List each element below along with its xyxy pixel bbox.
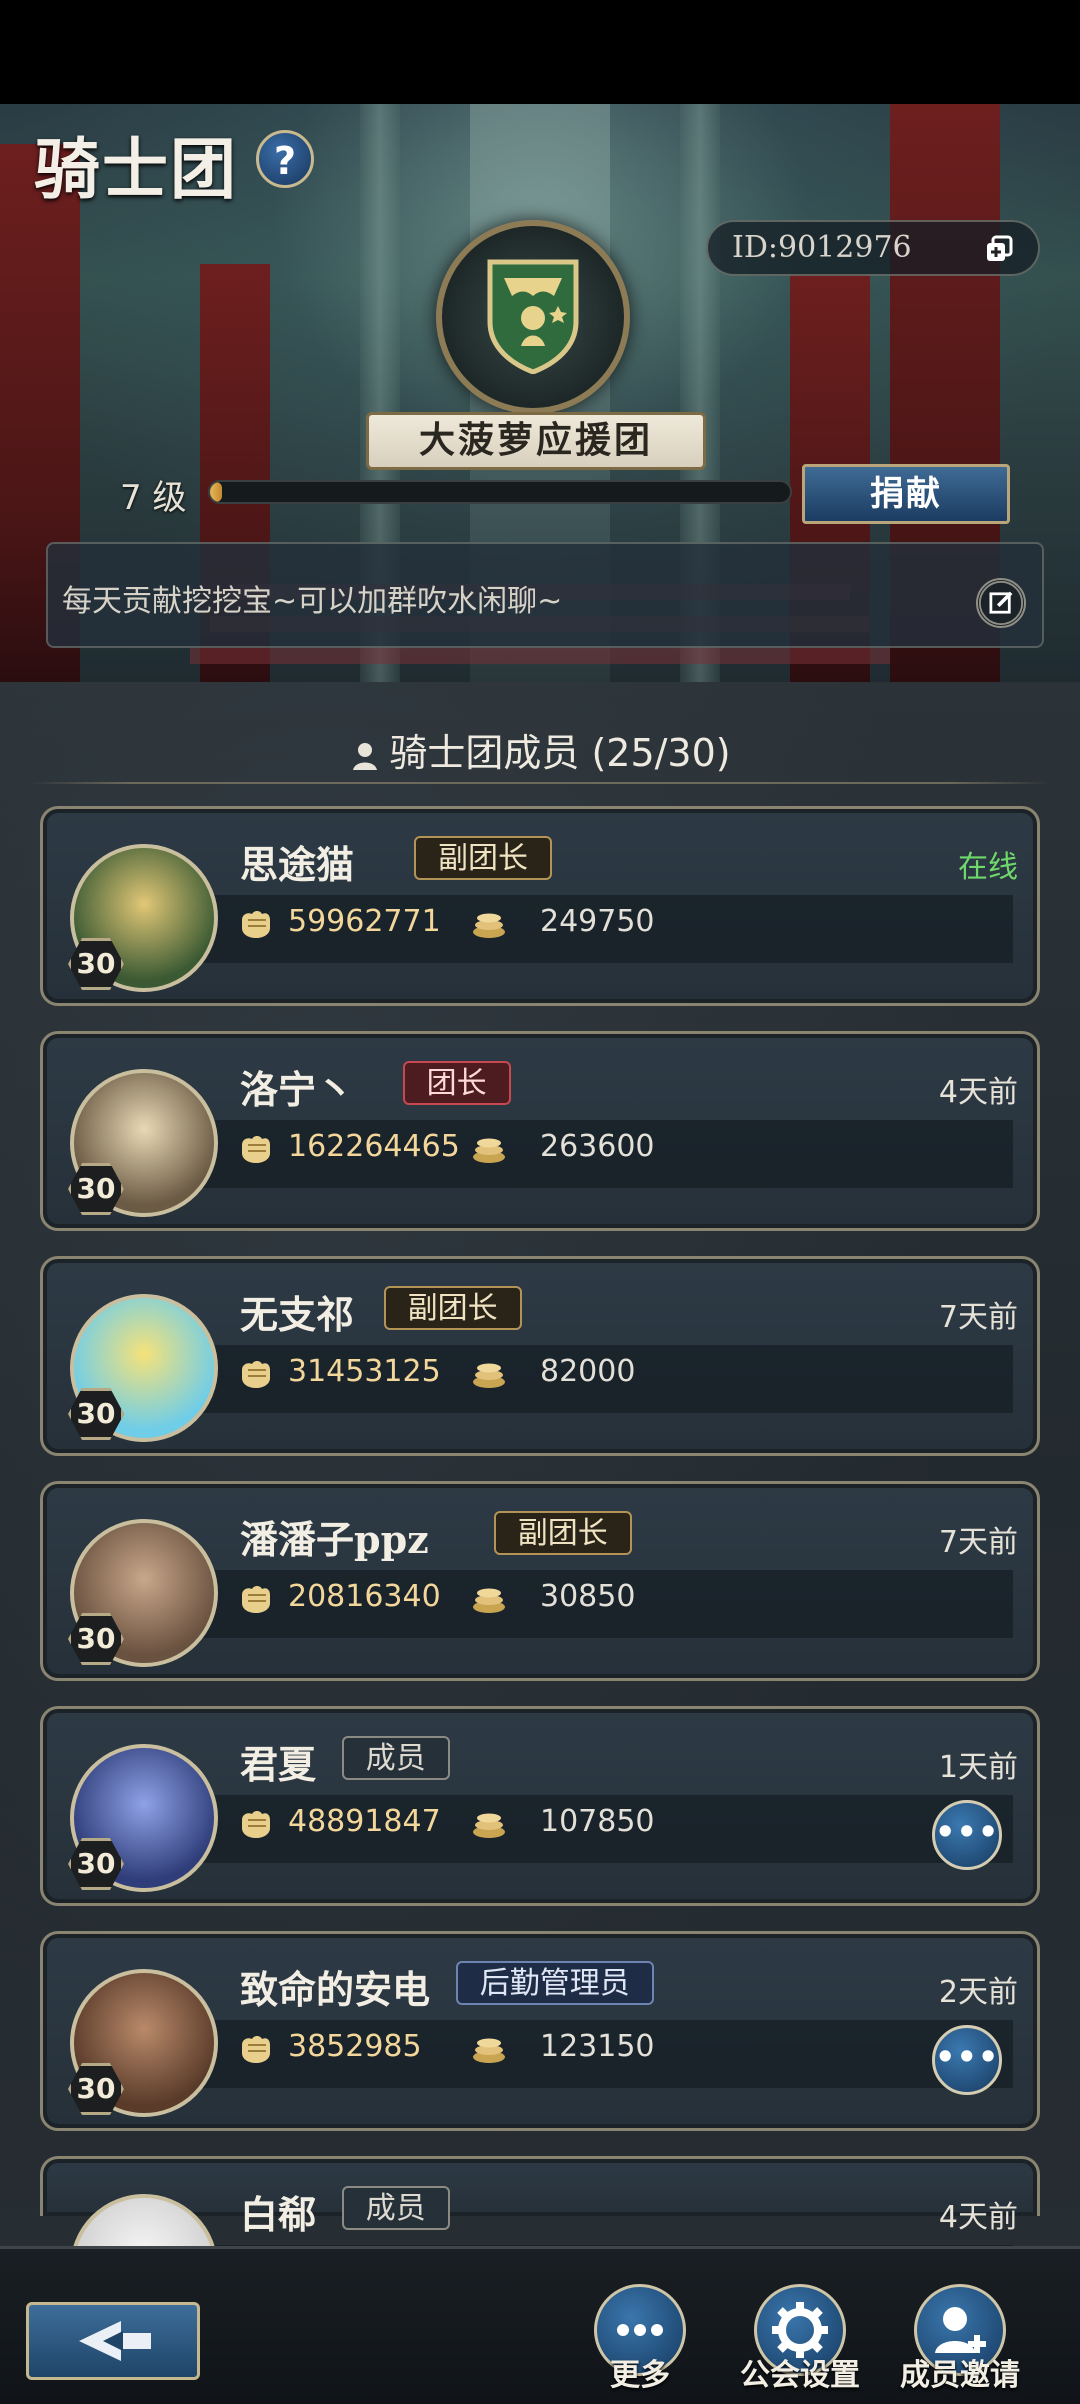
member-contribution: 123150 [540, 2029, 655, 2064]
guild-emblem-icon [487, 259, 579, 374]
guild-name: 大菠萝应援团 [418, 420, 653, 461]
member-contribution: 107850 [540, 1804, 655, 1839]
back-button[interactable] [26, 2302, 200, 2380]
status-bar [0, 0, 1080, 104]
power-fist-icon [242, 1361, 270, 1388]
help-button[interactable]: ? [256, 130, 314, 188]
member-more-button[interactable]: ••• [932, 1800, 1002, 1870]
power-fist-icon [242, 911, 270, 938]
guild-id: ID:9012976 [732, 230, 912, 265]
edit-notice-icon[interactable] [976, 578, 1026, 628]
members-heading: 骑士团成员 (25/30) [0, 722, 1080, 777]
guild-level: 7 级 [120, 478, 187, 518]
members-heading-text: 骑士团成员 (25/30) [389, 731, 731, 775]
level-progress-fill [210, 482, 222, 502]
member-more-button[interactable]: ••• [932, 2025, 1002, 2095]
member-status: 1天前 [938, 1750, 1018, 1785]
member-name: 君夏 [240, 1742, 317, 1787]
page-title: 骑士团 [34, 130, 238, 208]
member-name: 白郗 [240, 2192, 317, 2237]
member-status: 4天前 [938, 2200, 1018, 2235]
member-role-badge: 副团长 [493, 1511, 632, 1555]
power-fist-icon [242, 1811, 270, 1838]
member-role-badge: 团长 [402, 1061, 511, 1105]
member-power: 31453125 [288, 1354, 441, 1389]
member-status: 4天前 [938, 1075, 1018, 1110]
member-contribution: 82000 [540, 1354, 636, 1389]
guild-name-plate: 大菠萝应援团 [366, 412, 706, 470]
donate-button[interactable]: 捐献 [802, 464, 1010, 524]
member-power: 162264465 [288, 1129, 460, 1164]
member-name: 致命的安电 [240, 1967, 431, 2012]
member-invite-label[interactable]: 成员邀请 [900, 2350, 1020, 2394]
member-status: 7天前 [938, 1300, 1018, 1335]
coin-stack-icon [473, 1588, 505, 1613]
member-power: 48891847 [288, 1804, 441, 1839]
member-status: 在线 [958, 850, 1018, 885]
member-power: 20816340 [288, 1579, 441, 1614]
coin-stack-icon [473, 913, 505, 938]
power-fist-icon [242, 2036, 270, 2063]
member-role-badge: 副团长 [414, 836, 552, 880]
member-power: 3852985 [288, 2029, 422, 2064]
member-icon [353, 742, 378, 770]
member-role-badge: 副团长 [383, 1286, 522, 1330]
member-contribution: 249750 [540, 904, 655, 939]
member-role-badge: 后勤管理员 [455, 1961, 654, 2005]
power-fist-icon [242, 1136, 270, 1163]
member-contribution: 263600 [540, 1129, 655, 1164]
member-card[interactable] [40, 2156, 1040, 2313]
guild-settings-label[interactable]: 公会设置 [740, 2350, 860, 2394]
guild-notice: 每天贡献挖挖宝~可以加群吹水闲聊~ [62, 584, 563, 619]
member-role-badge: 成员 [341, 2186, 450, 2230]
more-label[interactable]: 更多 [610, 2350, 670, 2394]
member-contribution: 30850 [540, 1579, 636, 1614]
member-status: 2天前 [938, 1975, 1018, 2010]
member-name: 无支祁 [240, 1292, 355, 1337]
member-status: 7天前 [938, 1525, 1018, 1560]
power-fist-icon [242, 1586, 270, 1613]
coin-stack-icon [473, 1813, 505, 1838]
copy-icon[interactable] [984, 234, 1014, 264]
coin-stack-icon [473, 1138, 505, 1163]
coin-stack-icon [473, 2038, 505, 2063]
level-progress-bar [208, 480, 792, 504]
member-power: 59962771 [288, 904, 441, 939]
member-name: 洛宁丶 [240, 1067, 355, 1112]
member-name: 潘潘子ppz [240, 1517, 429, 1562]
divider [30, 782, 1050, 784]
member-name: 思途猫 [240, 842, 355, 887]
coin-stack-icon [473, 1363, 505, 1388]
back-arrow-icon [79, 2321, 151, 2361]
member-role-badge: 成员 [341, 1736, 450, 1780]
